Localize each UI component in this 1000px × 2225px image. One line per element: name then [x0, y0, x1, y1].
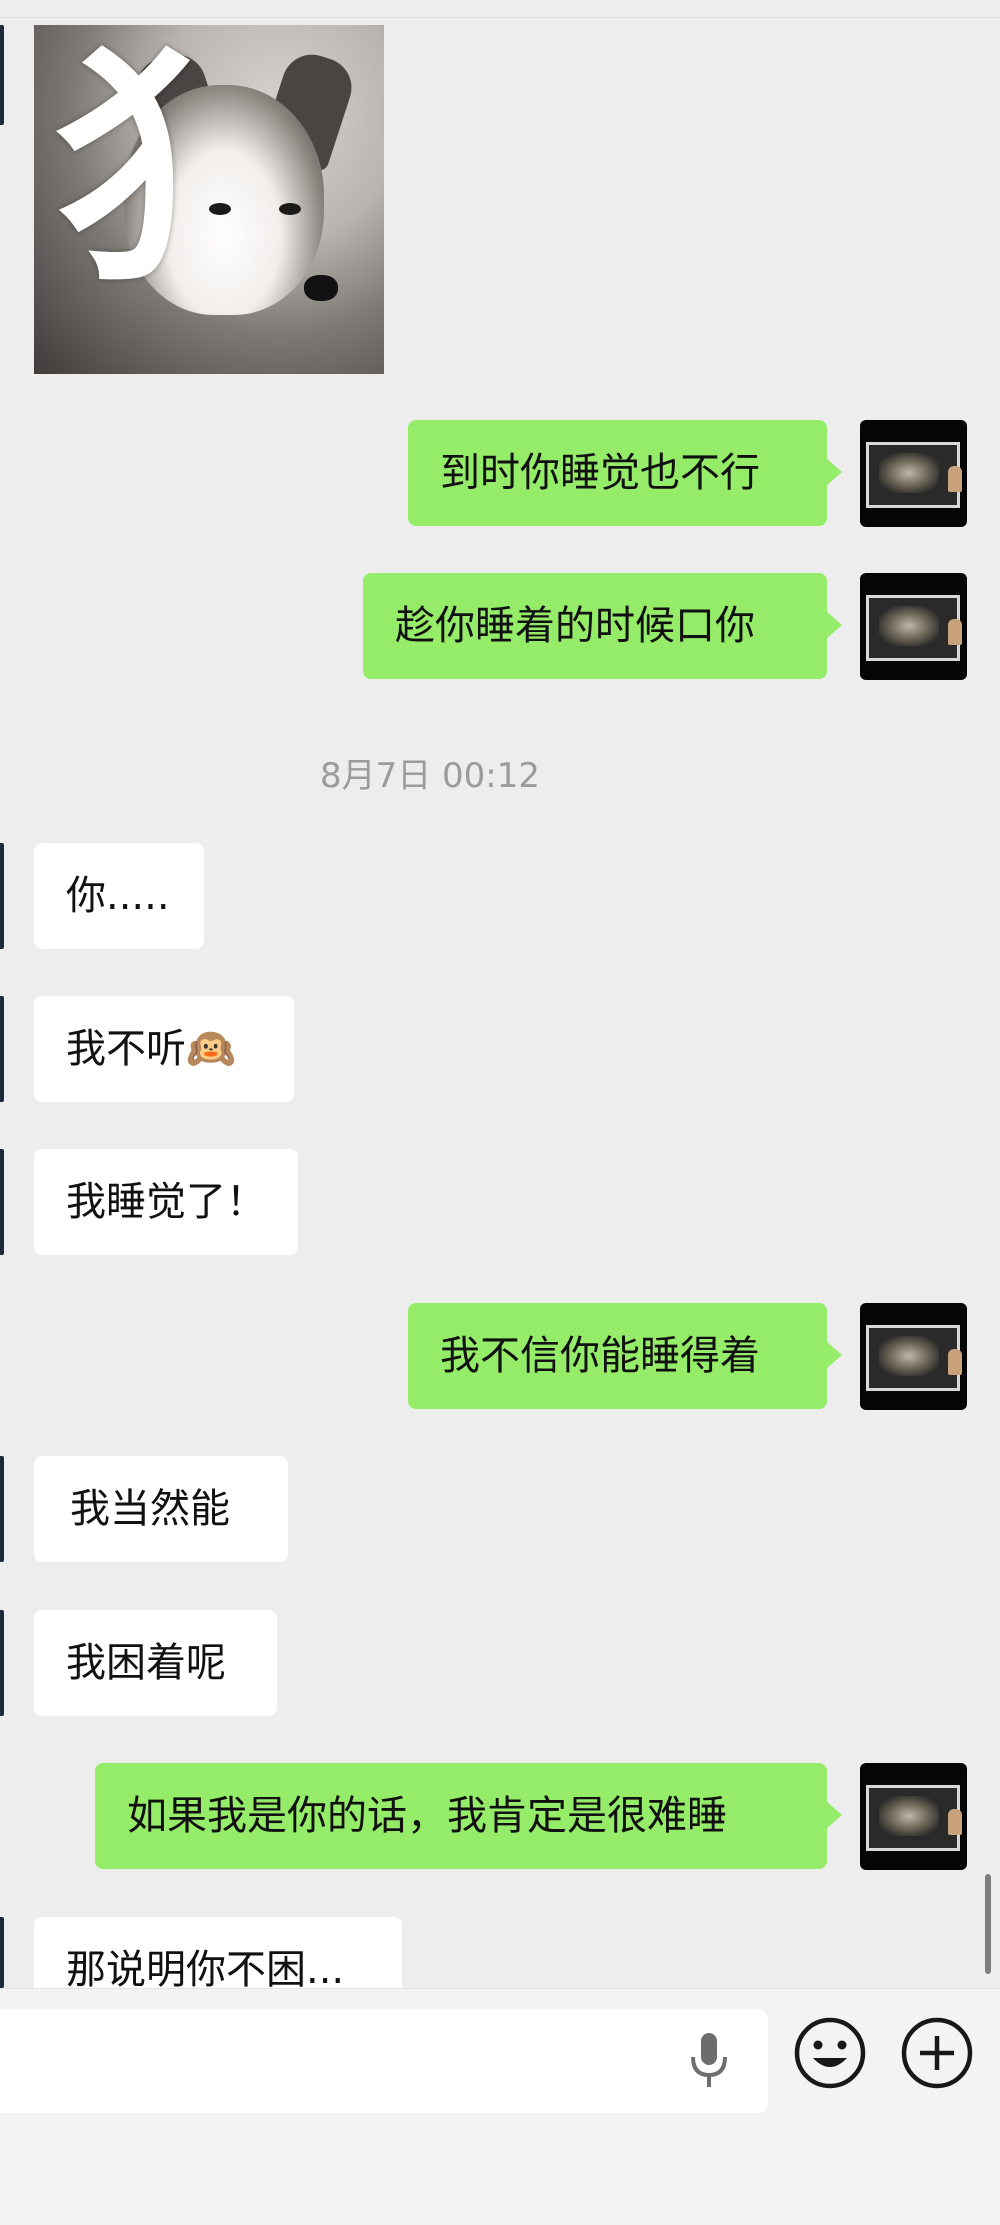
- sender-avatar-edge[interactable]: [0, 1149, 4, 1255]
- message-bubble-sent[interactable]: 趁你睡着的时候口你: [363, 573, 842, 679]
- my-avatar[interactable]: [860, 1763, 967, 1870]
- message-bubble-received[interactable]: 那说明你不困...: [34, 1917, 402, 1988]
- sender-avatar-edge[interactable]: [0, 843, 4, 949]
- microphone-icon[interactable]: [689, 2029, 729, 2093]
- message-bubble-received[interactable]: 我睡觉了！: [34, 1149, 298, 1255]
- message-bubble-sent[interactable]: 如果我是你的话，我肯定是很难睡: [95, 1763, 842, 1869]
- chat-area[interactable]: 犭 到时你睡觉也不行 趁你睡着的时候口你 8月7日 00:12 你..... 我…: [0, 0, 1000, 1988]
- message-bubble-sent[interactable]: 到时你睡觉也不行: [408, 420, 842, 526]
- dog-nose: [304, 275, 338, 301]
- emoji-icon[interactable]: [793, 2016, 867, 2090]
- timestamp: 8月7日 00:12: [319, 756, 541, 796]
- message-bubble-received[interactable]: 我当然能: [34, 1456, 288, 1562]
- sender-avatar-edge[interactable]: [0, 996, 4, 1102]
- scrollbar[interactable]: [985, 1874, 991, 1974]
- my-avatar[interactable]: [860, 573, 967, 680]
- input-bar: [0, 1988, 1000, 2225]
- header-divider: [0, 17, 1000, 18]
- sender-avatar-edge[interactable]: [0, 1917, 4, 1988]
- message-bubble-received[interactable]: 你.....: [34, 843, 204, 949]
- sender-avatar-edge[interactable]: [0, 1456, 4, 1562]
- sender-avatar-edge[interactable]: [0, 1610, 4, 1716]
- my-avatar[interactable]: [860, 1303, 967, 1410]
- message-bubble-sent[interactable]: 我不信你能睡得着: [408, 1303, 842, 1409]
- message-input[interactable]: [0, 2009, 768, 2113]
- sender-avatar-edge[interactable]: [0, 25, 4, 125]
- plus-icon[interactable]: [900, 2016, 974, 2090]
- my-avatar[interactable]: [860, 420, 967, 527]
- message-bubble-received[interactable]: 我不听🙉: [34, 996, 294, 1102]
- message-bubble-received[interactable]: 我困着呢: [34, 1610, 277, 1716]
- husky-sticker[interactable]: 犭: [34, 25, 384, 374]
- sticker-glyph: 犭: [52, 25, 302, 315]
